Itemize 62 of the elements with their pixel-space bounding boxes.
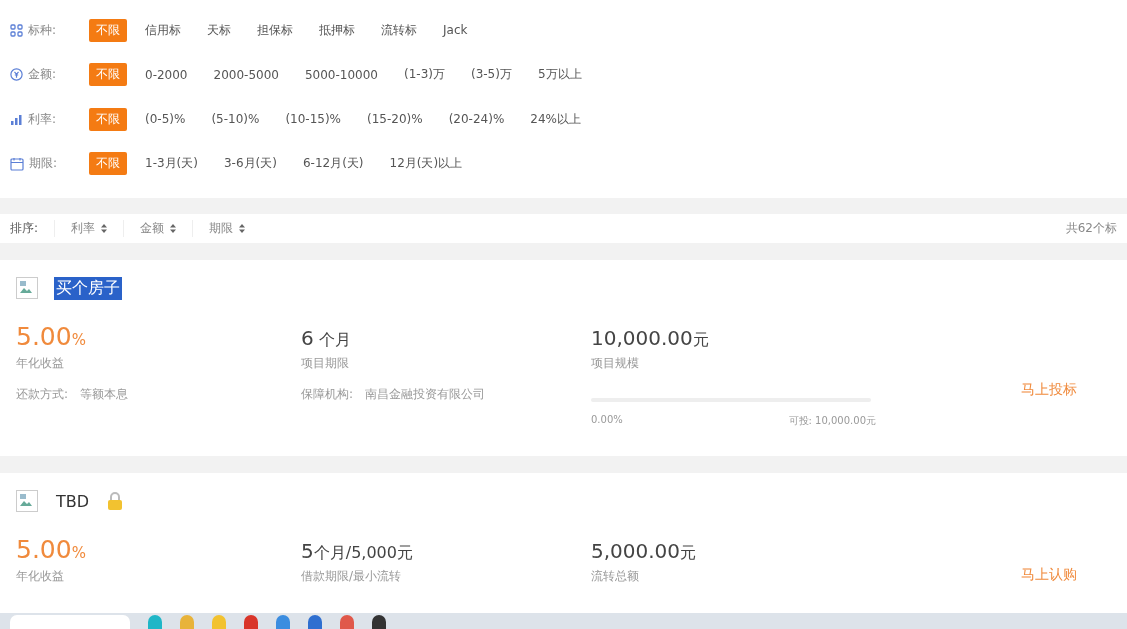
- available-amount: 可投: 10,000.00元: [788, 414, 876, 428]
- filter-option[interactable]: 5000-10000: [304, 64, 378, 85]
- filter-option[interactable]: 抵押标: [319, 18, 355, 42]
- filter-option[interactable]: (3-5)万: [470, 63, 512, 87]
- filter-option[interactable]: (20-24)%: [448, 109, 505, 130]
- filter-option[interactable]: 24%以上: [530, 107, 581, 131]
- taskbar-icon[interactable]: [372, 615, 386, 629]
- sort-option[interactable]: 金额: [123, 220, 193, 237]
- guarantee-label: 保障机构:: [301, 386, 354, 403]
- filter-label: 金额:: [28, 66, 57, 84]
- filter-option[interactable]: (5-10)%: [211, 109, 260, 130]
- filter-option[interactable]: 0-2000: [145, 64, 188, 85]
- sort-option[interactable]: 期限: [192, 220, 262, 237]
- term-value: 5个月/5,000元: [301, 538, 414, 564]
- broken-image-icon: [16, 277, 38, 299]
- project-title[interactable]: 买个房子: [54, 276, 122, 300]
- progress-percent: 0.00%: [591, 414, 623, 427]
- rate-label: 年化收益: [16, 568, 65, 585]
- calendar-icon: [10, 156, 24, 171]
- term-label: 项目期限: [301, 355, 350, 372]
- filter-option[interactable]: 天标: [207, 18, 231, 42]
- filter-option[interactable]: 流转标: [381, 18, 417, 42]
- filter-option[interactable]: 5万以上: [537, 63, 582, 87]
- filter-option[interactable]: Jack: [443, 20, 468, 41]
- repay-value: 等额本息: [80, 386, 129, 403]
- filter-option[interactable]: 1-3月(天): [145, 152, 198, 176]
- interest-rate: 5.00%: [16, 535, 87, 564]
- filter-label: 标种:: [28, 21, 57, 39]
- sort-arrows-icon: [239, 224, 246, 233]
- guarantee-value: 南昌金融投资有限公司: [365, 386, 486, 403]
- coin-icon: [10, 68, 23, 82]
- repay-label: 还款方式:: [16, 386, 69, 403]
- amount-value: 5,000.00元: [591, 538, 698, 564]
- filter-option[interactable]: (1-3)万: [404, 63, 445, 87]
- project-title[interactable]: TBD: [54, 490, 92, 512]
- interest-rate: 5.00%: [16, 322, 87, 351]
- sort-arrows-icon: [101, 224, 108, 233]
- rate-label: 年化收益: [16, 355, 65, 372]
- filter-option[interactable]: 担保标: [257, 18, 293, 42]
- term-label: 借款期限/最小流转: [301, 568, 403, 585]
- filter-option[interactable]: 3-6月(天): [223, 152, 277, 176]
- amount-label: 项目规模: [591, 355, 640, 372]
- filter-option[interactable]: 信用标: [145, 18, 181, 42]
- term-value: 6 个月: [301, 325, 352, 351]
- sort-arrows-icon: [170, 224, 177, 233]
- filter-label: 期限:: [29, 155, 58, 173]
- total-count: 共62个标: [1065, 220, 1117, 237]
- filter-option[interactable]: (10-15)%: [285, 109, 341, 130]
- filter-label: 利率:: [28, 110, 57, 128]
- grid-icon: [10, 23, 23, 37]
- filter-option[interactable]: 2000-5000: [213, 64, 279, 85]
- filter-option[interactable]: 12月(天)以上: [389, 152, 463, 176]
- amount-label: 流转总额: [591, 568, 640, 585]
- taskbar-search-field[interactable]: [10, 615, 130, 629]
- filter-option[interactable]: (0-5)%: [145, 109, 186, 130]
- amount-value: 10,000.00元: [591, 325, 710, 351]
- sort-option[interactable]: 利率: [54, 220, 124, 237]
- broken-image-icon: [16, 490, 38, 512]
- filter-option[interactable]: (15-20)%: [367, 109, 423, 130]
- chart-icon: [10, 112, 23, 126]
- filter-option[interactable]: 6-12月(天): [302, 152, 364, 176]
- sort-label: 排序:: [10, 220, 39, 237]
